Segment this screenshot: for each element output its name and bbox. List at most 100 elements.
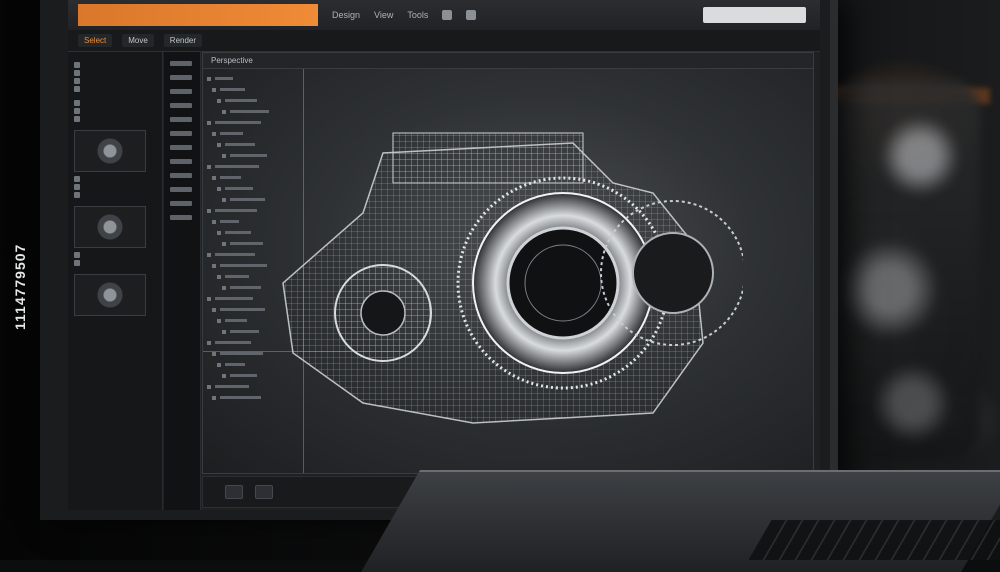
outliner-row-bar [225, 143, 255, 146]
part-icon [74, 184, 80, 190]
side-pulley [334, 264, 432, 362]
timeline-play-icon[interactable] [225, 485, 243, 499]
outliner-node-icon [222, 285, 226, 290]
sidebar-group [74, 100, 156, 122]
outliner-node-icon [217, 318, 221, 323]
select-tool-button[interactable]: Select [78, 34, 113, 47]
layer-marker[interactable] [170, 173, 192, 178]
part-icon [74, 100, 80, 106]
outliner-row-bar [220, 132, 243, 135]
outliner-row-bar [230, 198, 265, 201]
sidebar-item[interactable] [74, 184, 156, 190]
background-machine [830, 80, 980, 460]
layer-marker[interactable] [170, 215, 192, 220]
sidebar-item[interactable] [74, 86, 156, 92]
outliner-node-icon [222, 153, 226, 158]
menu-item-view[interactable]: View [374, 10, 393, 20]
sidebar-item[interactable] [74, 176, 156, 182]
layer-marker[interactable] [170, 131, 192, 136]
search-input[interactable] [703, 7, 806, 23]
outliner-row-bar [225, 275, 249, 278]
menu-item-tools[interactable]: Tools [407, 10, 428, 20]
sidebar-item[interactable] [74, 108, 156, 114]
outliner-node-icon [217, 230, 221, 235]
grid-icon[interactable] [466, 10, 477, 20]
outliner-row-bar [220, 396, 261, 399]
outliner-node-icon [212, 395, 216, 400]
outliner-row-bar [230, 330, 259, 333]
sidebar-group [74, 176, 156, 198]
part-thumbnail[interactable] [74, 274, 146, 316]
outliner-row-bar [215, 297, 253, 300]
part-thumbnail[interactable] [74, 130, 146, 172]
layer-marker[interactable] [170, 117, 192, 122]
outliner-row-bar [230, 374, 257, 377]
part-icon [74, 260, 80, 266]
outliner-node-icon [212, 307, 216, 312]
sidebar-item[interactable] [74, 70, 156, 76]
outliner-node-icon [207, 340, 211, 345]
outliner-row-bar [215, 385, 249, 388]
layer-marker[interactable] [170, 187, 192, 192]
outliner-row-bar [230, 286, 261, 289]
engine-wireframe-model[interactable] [273, 123, 743, 443]
outliner-row-bar [215, 209, 257, 212]
layer-marker[interactable] [170, 145, 192, 150]
layer-marker[interactable] [170, 61, 192, 66]
sidebar-item[interactable] [74, 192, 156, 198]
settings-icon[interactable] [442, 10, 453, 20]
outliner-node-icon [207, 384, 211, 389]
outliner-node-icon [207, 164, 211, 169]
watermark-id: 1114779507 [12, 243, 28, 330]
viewport-header: Perspective [203, 53, 813, 69]
outliner-row[interactable] [207, 73, 297, 84]
outliner-node-icon [217, 362, 221, 367]
outliner-row[interactable] [207, 106, 297, 117]
outliner-node-icon [207, 252, 211, 257]
sidebar-item[interactable] [74, 252, 156, 258]
layer-marker[interactable] [170, 201, 192, 206]
render-button[interactable]: Render [163, 34, 203, 47]
outliner-row-bar [220, 264, 267, 267]
part-icon [74, 62, 80, 68]
outliner-row-bar [215, 253, 255, 256]
sidebar-item[interactable] [74, 260, 156, 266]
outliner-row-bar [225, 319, 247, 322]
sidebar-item[interactable] [74, 62, 156, 68]
monitor: Design View Tools Select Move Render Per… [40, 0, 838, 520]
sidebar-item[interactable] [74, 100, 156, 106]
outliner-row-bar [230, 154, 267, 157]
part-icon [74, 70, 80, 76]
part-icon [74, 252, 80, 258]
app-brand-tab[interactable] [78, 4, 318, 26]
outliner-node-icon [222, 241, 226, 246]
part-icon [74, 116, 80, 122]
timeline-stop-icon[interactable] [255, 485, 273, 499]
outliner-node-icon [222, 373, 226, 378]
outliner-node-icon [207, 208, 211, 213]
3d-viewport[interactable]: Perspective [202, 52, 814, 474]
part-icon [74, 78, 80, 84]
outliner-node-icon [217, 186, 221, 191]
sidebar-item[interactable] [74, 78, 156, 84]
menu-item-design[interactable]: Design [332, 10, 360, 20]
layer-marker[interactable] [170, 75, 192, 80]
outliner-row-bar [215, 77, 233, 80]
outliner-row[interactable] [207, 84, 297, 95]
viewport-mode-label[interactable]: Perspective [211, 56, 253, 65]
keyboard [748, 520, 1000, 560]
outliner-node-icon [207, 76, 211, 81]
sidebar-group [74, 62, 156, 92]
layer-marker[interactable] [170, 103, 192, 108]
layer-column [164, 52, 201, 510]
outliner-row[interactable] [207, 95, 297, 106]
outliner-node-icon [212, 131, 216, 136]
layer-marker[interactable] [170, 159, 192, 164]
part-thumbnail[interactable] [74, 206, 146, 248]
layer-marker[interactable] [170, 89, 192, 94]
part-icon [74, 86, 80, 92]
move-tool-button[interactable]: Move [122, 34, 154, 47]
cad-application-window: Design View Tools Select Move Render Per… [68, 0, 820, 510]
sidebar-item[interactable] [74, 116, 156, 122]
outliner-node-icon [212, 87, 216, 92]
